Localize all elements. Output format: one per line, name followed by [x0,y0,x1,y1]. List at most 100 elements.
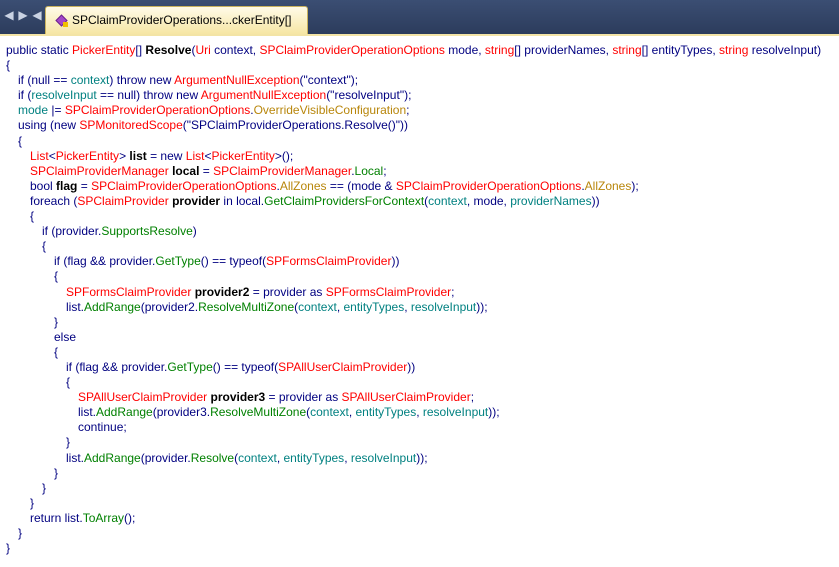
method-icon [55,14,68,27]
code-line: { [6,269,838,284]
code-token: )); [488,405,500,420]
code-token: AddRange [84,450,141,465]
code-token: { [66,375,71,390]
code-line: list.AddRange(provider3.ResolveMultiZone… [6,405,838,420]
code-token: ArgumentNullException [174,73,300,88]
code-line: { [6,345,838,360]
code-token: SPFormsClaimProvider [325,284,452,299]
code-token: ) [192,224,197,239]
code-token: SPClaimProviderManager [213,163,352,178]
forward-arrow-icon[interactable]: ▶ [16,8,30,22]
code-token: if (flag && provider. [66,359,168,374]
code-line: List<PickerEntity> list = new List<Picke… [6,149,838,164]
code-token: provider2 [194,284,250,299]
code-token: (); [124,510,136,525]
code-token: , [336,299,344,314]
code-token: else [54,329,77,344]
code-token: ) throw new [109,73,175,88]
code-token: { [18,133,23,148]
code-token: resolveInput) [748,43,822,57]
code-token: PickerEntity [55,148,120,163]
code-token: in local. [220,193,265,208]
code-token: } [54,465,59,480]
code-line: else [6,330,838,345]
code-token: = [77,178,92,193]
code-token: SPFormsClaimProvider [66,284,192,299]
code-line: continue; [6,420,838,435]
code-token: local [172,163,200,178]
code-token: ); [631,178,639,193]
code-line: { [6,134,838,149]
code-line: list.AddRange(provider2.ResolveMultiZone… [6,300,838,315]
code-token: Resolve [145,43,192,57]
code-line: } [6,526,838,541]
code-token: resolveInput [350,450,417,465]
code-token: (provider3. [152,405,211,420]
code-token: SPClaimProvider [77,193,169,208]
code-line: mode |= SPClaimProviderOperationOptions.… [6,103,838,118]
code-line: return list.ToArray(); [6,511,838,526]
document-tab-bar: ◀ ▶ ◀ SPClaimProviderOperations...ckerEn… [0,0,839,36]
code-line: SPAllUserClaimProvider provider3 = provi… [6,390,838,405]
code-token: { [42,239,47,254]
code-token: } [66,435,71,450]
code-token: bool [30,178,57,193]
code-line: SPFormsClaimProvider provider2 = provide… [6,285,838,300]
code-token: context [310,405,349,420]
code-token: == (mode & [326,178,396,193]
code-token: GetType [155,254,201,269]
tab-title: SPClaimProviderOperations...ckerEntity[] [72,13,292,27]
code-line: } [6,466,838,481]
code-token: AllZones [279,178,327,193]
code-token: string [719,43,749,57]
code-token: { [54,344,59,359]
code-token: SPAllUserClaimProvider [278,359,408,374]
code-token: )) [391,254,400,269]
code-editor[interactable]: public static PickerEntity[] Resolve(Uri… [6,43,838,556]
code-token: Resolve [190,450,235,465]
code-token: () == typeof( [200,254,267,269]
code-token: ; [470,390,475,405]
code-token: = [199,163,214,178]
code-token: GetType [167,359,213,374]
code-token: SPClaimProviderOperationOptions [259,43,445,57]
code-token: ("context"); [299,73,359,88]
code-token: using (new [18,118,80,133]
code-token: if (null == [18,73,71,88]
code-token: string [612,43,642,57]
code-line: } [6,496,838,511]
code-line: { [6,375,838,390]
code-token: list [129,148,147,163]
code-token: context [70,73,110,88]
code-token: ; [406,103,410,118]
code-token: SPClaimProviderOperationOptions [91,178,277,193]
code-token: Local [354,163,384,178]
code-token: provider3 [210,390,266,405]
code-token: mode, [444,43,485,57]
code-token: Uri [195,43,211,57]
code-token: SPClaimProviderOperationOptions [64,103,251,118]
code-token: resolveInput [422,405,489,420]
code-token: context, [210,43,260,57]
code-token: } [6,541,11,556]
dropdown-arrow-icon[interactable]: ◀ [30,8,44,22]
code-token: foreach ( [30,193,78,208]
code-token: { [54,269,59,284]
code-line: if (provider.SupportsResolve) [6,224,838,239]
code-token: (provider2. [140,299,199,314]
code-line: using (new SPMonitoredScope("SPClaimProv… [6,118,838,133]
code-token: string [484,43,515,57]
code-line: } [6,435,838,450]
code-token: List [185,148,205,163]
code-token: , [416,405,423,420]
back-arrow-icon[interactable]: ◀ [2,8,16,22]
code-token: SPClaimProviderManager [30,163,169,178]
code-token: } [30,495,35,510]
code-token: PickerEntity [72,43,136,57]
code-token: SPAllUserClaimProvider [341,390,471,405]
code-line: { [6,58,838,73]
code-token: > [119,148,130,163]
document-tab[interactable]: SPClaimProviderOperations...ckerEntity[] [45,6,308,34]
code-token: return list. [30,510,83,525]
code-token: GetClaimProvidersForContext [264,193,425,208]
